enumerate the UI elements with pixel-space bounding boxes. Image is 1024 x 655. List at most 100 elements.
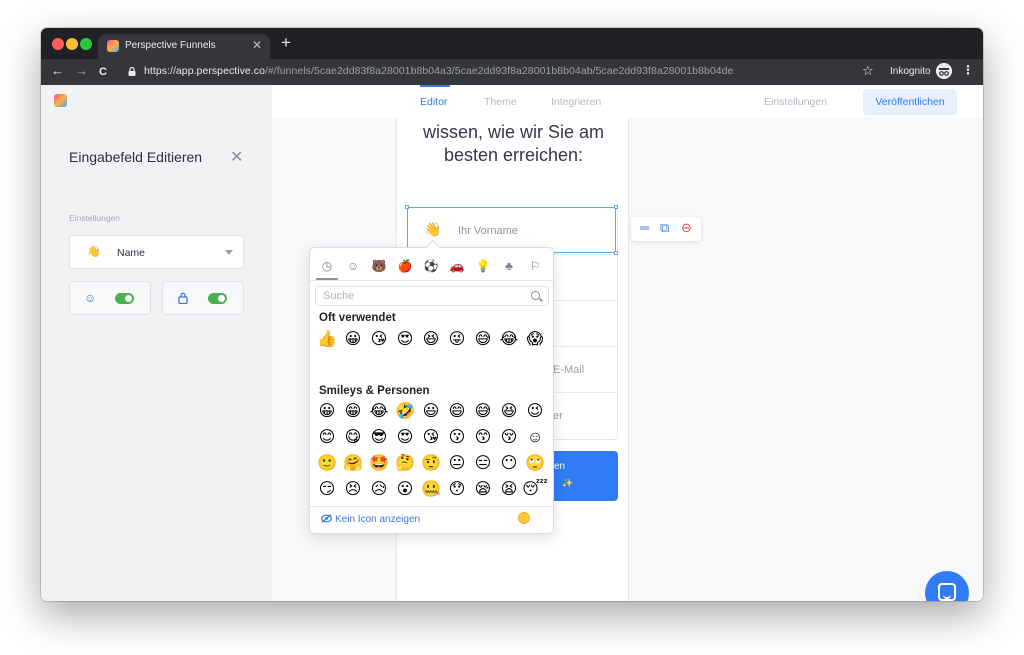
- zoom-window-button[interactable]: [80, 38, 92, 50]
- emoji-option[interactable]: 😍: [392, 425, 418, 451]
- emoji-option[interactable]: 🤐: [418, 477, 444, 503]
- emoji-option[interactable]: 😃: [418, 399, 444, 425]
- emoji-option[interactable]: 😂: [366, 399, 392, 425]
- emoji-option[interactable]: 😀: [314, 399, 340, 425]
- emoji-option[interactable]: 😊: [314, 425, 340, 451]
- group-smileys-label: Smileys & Personen: [319, 385, 430, 397]
- emoji-option[interactable]: 🤩: [366, 451, 392, 477]
- emoji-option[interactable]: 😍: [392, 327, 418, 353]
- emoji-option[interactable]: 🤔: [392, 451, 418, 477]
- resize-handle[interactable]: [405, 205, 409, 209]
- perspective-logo-icon[interactable]: [54, 94, 67, 107]
- bookmark-star-icon[interactable]: ☆: [862, 63, 874, 79]
- emoji-option[interactable]: 😀: [340, 327, 366, 353]
- incognito-icon[interactable]: [936, 63, 952, 79]
- new-tab-button[interactable]: +: [281, 34, 291, 52]
- emoji-option[interactable]: 🙂: [314, 451, 340, 477]
- category-animals-icon[interactable]: 🐻: [368, 256, 390, 276]
- emoji-option[interactable]: 😆: [418, 327, 444, 353]
- publish-button[interactable]: Veröffentlichen: [863, 89, 957, 115]
- emoji-option[interactable]: 😆: [496, 399, 522, 425]
- minimize-window-button[interactable]: [66, 38, 78, 50]
- emoji-option[interactable]: 😋: [340, 425, 366, 451]
- emoji-option[interactable]: 😴: [522, 477, 548, 503]
- close-panel-icon[interactable]: ✕: [230, 147, 243, 167]
- submit-label: en: [554, 461, 566, 472]
- emoji-option[interactable]: 😏: [314, 477, 340, 503]
- emoji-option[interactable]: 😥: [366, 477, 392, 503]
- forward-icon[interactable]: →: [75, 64, 88, 78]
- close-window-button[interactable]: [52, 38, 64, 50]
- required-toggle[interactable]: [208, 293, 227, 304]
- emoji-option[interactable]: 😪: [470, 477, 496, 503]
- emoji-option[interactable]: 😱: [522, 327, 548, 353]
- browser-window: Perspective Funnels ✕ + ← → C https://ap…: [41, 28, 983, 601]
- divider: [310, 280, 553, 281]
- emoji-option[interactable]: 😮: [392, 477, 418, 503]
- emoji-option[interactable]: 😎: [366, 425, 392, 451]
- emoji-option[interactable]: 😚: [496, 425, 522, 451]
- wave-emoji-icon: 👋: [87, 246, 101, 258]
- incognito-label: Inkognito: [890, 66, 931, 77]
- reload-icon[interactable]: C: [99, 65, 107, 79]
- tab-close-icon[interactable]: ✕: [252, 38, 262, 52]
- category-recent-icon[interactable]: ◷: [316, 256, 338, 276]
- emoji-option[interactable]: 🙄: [522, 451, 548, 477]
- emoji-option[interactable]: 😁: [340, 399, 366, 425]
- category-travel-icon[interactable]: 🚗: [446, 256, 468, 276]
- delete-icon[interactable]: ⊖: [681, 221, 692, 235]
- field-actions-toolbar: ═ ⧉ ⊖: [631, 217, 701, 241]
- move-icon[interactable]: ═: [640, 221, 649, 235]
- emoji-option[interactable]: 😅: [470, 399, 496, 425]
- emoji-option[interactable]: 😣: [340, 477, 366, 503]
- emoji-search-input[interactable]: Suche: [315, 286, 549, 306]
- category-objects-icon[interactable]: 💡: [472, 256, 494, 276]
- emoji-option[interactable]: 😯: [444, 477, 470, 503]
- back-icon[interactable]: ←: [51, 64, 64, 78]
- resize-handle[interactable]: [614, 251, 618, 255]
- emoji-option[interactable]: 😅: [470, 327, 496, 353]
- tab-theme[interactable]: Theme: [484, 96, 517, 108]
- settings-link[interactable]: Einstellungen: [764, 96, 827, 108]
- emoji-option[interactable]: 👍: [314, 327, 340, 353]
- emoji-option[interactable]: 🤣: [392, 399, 418, 425]
- chat-launcher-button[interactable]: [925, 571, 969, 601]
- emoji-option[interactable]: 😗: [444, 425, 470, 451]
- emoji-option[interactable]: 😐: [444, 451, 470, 477]
- browser-menu-icon[interactable]: ⋮: [962, 63, 974, 77]
- emoji-toggle[interactable]: [115, 293, 134, 304]
- category-activity-icon[interactable]: ⚽: [420, 256, 442, 276]
- emoji-option[interactable]: 😄: [444, 399, 470, 425]
- emoji-option[interactable]: 😘: [366, 327, 392, 353]
- emoji-option[interactable]: 😘: [418, 425, 444, 451]
- category-smileys-icon[interactable]: ☺: [342, 256, 364, 276]
- smiley-icon: ☺: [84, 291, 97, 305]
- tab-integrieren[interactable]: Integrieren: [551, 96, 601, 108]
- wave-emoji-icon[interactable]: 👋: [424, 221, 441, 238]
- emoji-option[interactable]: 😶: [496, 451, 522, 477]
- required-toggle-box: [162, 281, 244, 315]
- category-flags-icon[interactable]: ⚐: [524, 256, 546, 276]
- emoji-option[interactable]: 😜: [444, 327, 470, 353]
- emoji-option[interactable]: 😂: [496, 327, 522, 353]
- smileys-emoji-grid: 😀 😁 😂 🤣 😃 😄 😅 😆 😉 😊 😋 😎 😍 😘 😗 😙 😚 ☺ 🙂 🤗 🤩 🤔 🤨 😐 😑 😶 🙄 😏 😣 😥 😮 🤐 😯 😪 😫 😴: [314, 399, 548, 503]
- emoji-option[interactable]: 😑: [470, 451, 496, 477]
- category-symbols-icon[interactable]: ♣: [498, 256, 520, 276]
- emoji-option[interactable]: 😙: [470, 425, 496, 451]
- emoji-option[interactable]: 🤨: [418, 451, 444, 477]
- category-food-icon[interactable]: 🍎: [394, 256, 416, 276]
- resize-handle[interactable]: [614, 205, 618, 209]
- panel-title: Eingabefeld Editieren: [69, 149, 203, 165]
- browser-tab[interactable]: Perspective Funnels ✕: [98, 34, 270, 59]
- field-icon-select[interactable]: 👋 Name: [69, 235, 244, 269]
- skin-tone-selector[interactable]: [518, 512, 530, 524]
- copy-icon[interactable]: ⧉: [660, 221, 669, 235]
- emoji-option[interactable]: 🤗: [340, 451, 366, 477]
- emoji-option[interactable]: 😫: [496, 477, 522, 503]
- tab-editor[interactable]: Editor: [420, 96, 447, 108]
- emoji-option[interactable]: ☺: [522, 425, 548, 451]
- no-icon-button[interactable]: Kein Icon anzeigen: [321, 514, 420, 525]
- emoji-option[interactable]: 😉: [522, 399, 548, 425]
- url-field[interactable]: https://app.perspective.co/#/funnels/5ca…: [144, 65, 733, 77]
- url-path: /#/funnels/5cae2dd83f8a28001b8b04a3/5cae…: [264, 65, 734, 77]
